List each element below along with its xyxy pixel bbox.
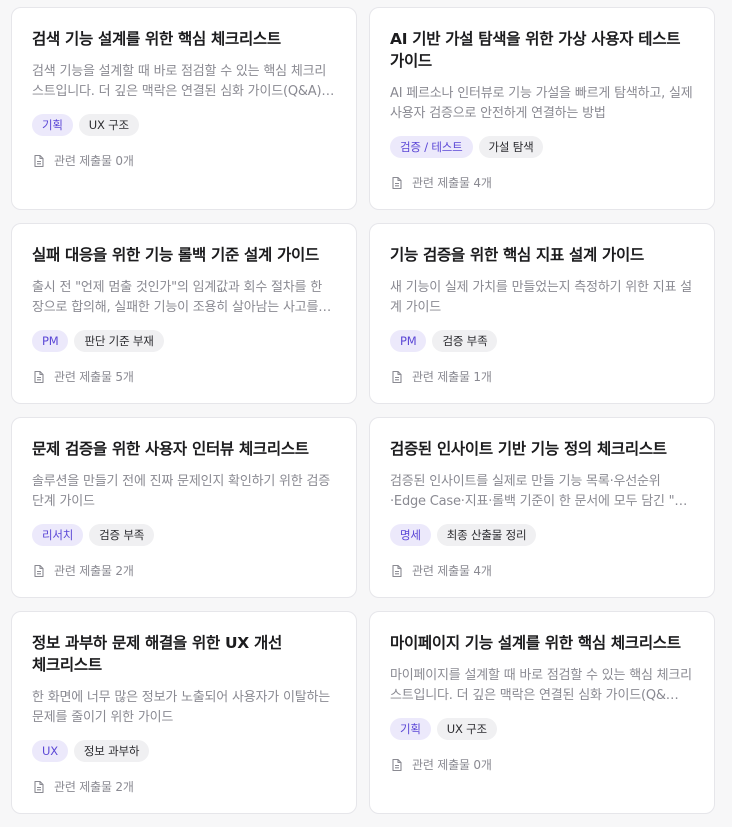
category-tag[interactable]: 리서치 [32,524,84,546]
topic-tag[interactable]: 판단 기준 부재 [74,330,164,352]
tag-list: PM 판단 기준 부재 [32,330,336,352]
topic-tag[interactable]: UX 구조 [78,114,139,136]
document-icon [34,564,44,577]
submission-count: 관련 제출물 2개 [32,778,336,795]
document-icon [34,780,44,793]
document-icon [34,154,44,167]
tag-list: 리서치 검증 부족 [32,524,336,546]
guide-card[interactable]: 기능 검증을 위한 핵심 지표 설계 가이드 새 기능이 실제 가치를 만들었는… [369,223,715,404]
submission-count-label: 관련 제출물 2개 [54,780,134,794]
tag-list: 검증 / 테스트 가설 탐색 [390,136,694,158]
category-tag[interactable]: 검증 / 테스트 [390,136,473,158]
document-icon [34,370,44,383]
card-title: 정보 과부하 문제 해결을 위한 UX 개선 체크리스트 [32,634,282,674]
document-icon [392,758,402,771]
tag-list: 기획 UX 구조 [390,718,694,740]
card-title: 검색 기능 설계를 위한 핵심 체크리스트 [32,30,281,48]
submission-count: 관련 제출물 4개 [390,562,694,579]
guide-card[interactable]: 정보 과부하 문제 해결을 위한 UX 개선 체크리스트 한 화면에 너무 많은… [11,611,357,814]
topic-tag[interactable]: 가설 탐색 [478,136,544,158]
card-description: 출시 전 "언제 멈출 것인가"의 임계값과 회수 절차를 한 장으로 합의해,… [32,280,332,315]
tag-list: PM 검증 부족 [390,330,694,352]
submission-count: 관련 제출물 0개 [390,756,694,773]
card-title: 검증된 인사이트 기반 기능 정의 체크리스트 [390,440,667,458]
submission-count-label: 관련 제출물 5개 [54,370,134,384]
guide-card[interactable]: 검색 기능 설계를 위한 핵심 체크리스트 검색 기능을 설계할 때 바로 점검… [11,7,357,210]
card-description: 새 기능이 실제 가치를 만들었는지 측정하기 위한 지표 설계 가이드 [390,280,692,315]
topic-tag[interactable]: 최종 산출물 정리 [436,524,537,546]
category-tag[interactable]: 기획 [32,114,73,136]
guide-card[interactable]: AI 기반 가설 탐색을 위한 가상 사용자 테스트 가이드 AI 페르소나 인… [369,7,715,210]
document-icon [392,370,402,383]
submission-count-label: 관련 제출물 1개 [412,370,492,384]
document-icon [392,176,402,189]
category-tag[interactable]: PM [32,330,69,352]
submission-count-label: 관련 제출물 0개 [412,758,492,772]
card-title: 마이페이지 기능 설계를 위한 핵심 체크리스트 [390,634,681,652]
card-description: 검증된 인사이트를 실제로 만들 기능 목록·우선순위·Edge Case·지표… [390,474,688,509]
category-tag[interactable]: 기획 [390,718,431,740]
category-tag[interactable]: PM [390,330,427,352]
submission-count-label: 관련 제출물 0개 [54,154,134,168]
card-title: 문제 검증을 위한 사용자 인터뷰 체크리스트 [32,440,309,458]
topic-tag[interactable]: 정보 과부하 [73,740,150,762]
card-description: 검색 기능을 설계할 때 바로 점검할 수 있는 핵심 체크리스트입니다. 더 … [32,64,335,99]
card-description: 한 화면에 너무 많은 정보가 노출되어 사용자가 이탈하는 문제를 줄이기 위… [32,690,331,725]
guide-card[interactable]: 실패 대응을 위한 기능 롤백 기준 설계 가이드 출시 전 "언제 멈출 것인… [11,223,357,404]
submission-count: 관련 제출물 5개 [32,368,336,385]
category-tag[interactable]: 명세 [390,524,431,546]
tag-list: 명세 최종 산출물 정리 [390,524,694,546]
card-title: 실패 대응을 위한 기능 롤백 기준 설계 가이드 [32,246,319,264]
card-description: 솔루션을 만들기 전에 진짜 문제인지 확인하기 위한 검증 단계 가이드 [32,474,331,509]
tag-list: 기획 UX 구조 [32,114,336,136]
submission-count: 관련 제출물 1개 [390,368,694,385]
submission-count: 관련 제출물 4개 [390,174,694,191]
topic-tag[interactable]: 검증 부족 [432,330,498,352]
card-title: AI 기반 가설 탐색을 위한 가상 사용자 테스트 가이드 [390,30,681,70]
submission-count: 관련 제출물 0개 [32,152,336,169]
card-title: 기능 검증을 위한 핵심 지표 설계 가이드 [390,246,644,264]
topic-tag[interactable]: 검증 부족 [89,524,155,546]
topic-tag[interactable]: UX 구조 [436,718,497,740]
guide-card[interactable]: 검증된 인사이트 기반 기능 정의 체크리스트 검증된 인사이트를 실제로 만들… [369,417,715,598]
card-description: 마이페이지를 설계할 때 바로 점검할 수 있는 핵심 체크리스트입니다. 더 … [390,668,692,703]
card-description: AI 페르소나 인터뷰로 기능 가설을 빠르게 탐색하고, 실제 사용자 검증으… [390,86,693,121]
document-icon [392,564,402,577]
submission-count-label: 관련 제출물 4개 [412,564,492,578]
submission-count: 관련 제출물 2개 [32,562,336,579]
tag-list: UX 정보 과부하 [32,740,336,762]
guide-card[interactable]: 문제 검증을 위한 사용자 인터뷰 체크리스트 솔루션을 만들기 전에 진짜 문… [11,417,357,598]
submission-count-label: 관련 제출물 2개 [54,564,134,578]
category-tag[interactable]: UX [32,740,68,762]
submission-count-label: 관련 제출물 4개 [412,176,492,190]
guide-card[interactable]: 마이페이지 기능 설계를 위한 핵심 체크리스트 마이페이지를 설계할 때 바로… [369,611,715,814]
